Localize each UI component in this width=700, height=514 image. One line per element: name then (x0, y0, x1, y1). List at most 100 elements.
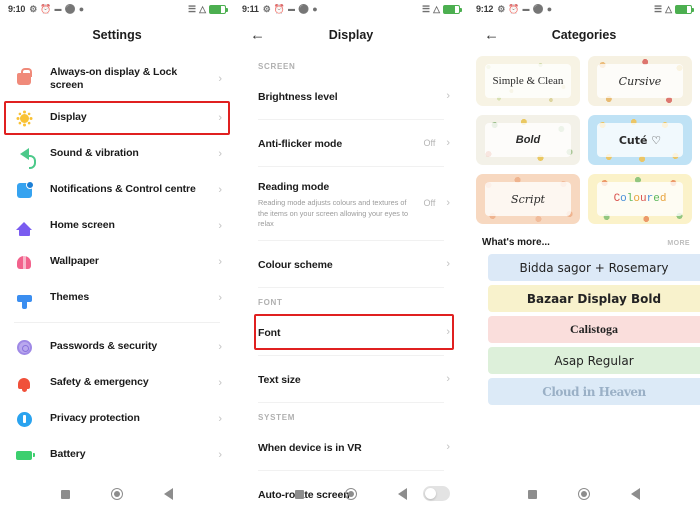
sidebar-item-display[interactable]: Display › (0, 100, 234, 136)
chevron-right-icon: › (218, 256, 222, 268)
category-card-cursive[interactable]: Cursive (588, 56, 692, 106)
display-item-text-size[interactable]: Text size › (234, 360, 468, 398)
section-label-screen: SCREEN (258, 62, 296, 71)
row-separator (258, 286, 444, 288)
recents-square-icon[interactable] (60, 489, 70, 499)
chevron-right-icon: › (218, 184, 222, 196)
whats-more-title: What's more... (482, 237, 550, 248)
navigation-bar (234, 474, 468, 514)
category-card-simple-clean[interactable]: Simple & Clean (476, 56, 580, 106)
font-row-asap-regular[interactable]: Asap Regular (488, 347, 700, 374)
list-divider (14, 322, 220, 323)
back-triangle-icon[interactable] (398, 488, 408, 500)
status-time: 9:11 (242, 4, 259, 14)
status-time: 9:10 (8, 4, 26, 14)
brightness-icon (14, 108, 34, 128)
display-item-font[interactable]: Font › (234, 313, 468, 351)
row-separator (258, 239, 444, 241)
dnd-icon: ▬ (54, 5, 62, 13)
font-preview-list: Bidda sagor + Rosemary Bazaar Display Bo… (468, 254, 700, 405)
more-link[interactable]: MORE (667, 240, 690, 247)
sidebar-item-themes[interactable]: Themes › (0, 280, 234, 316)
item-main: Reading mode Reading mode adjusts colour… (258, 177, 423, 230)
page-title: Categories (551, 28, 617, 42)
font-row-calistoga[interactable]: Calistoga (488, 316, 700, 343)
font-row-bidda-sagor-rosemary[interactable]: Bidda sagor + Rosemary (488, 254, 700, 281)
sidebar-item-wallpaper[interactable]: Wallpaper › (0, 244, 234, 280)
sidebar-item-privacy-protection[interactable]: Privacy protection › (0, 401, 234, 437)
back-triangle-icon[interactable] (630, 488, 640, 500)
back-arrow-icon[interactable]: ← (484, 28, 499, 43)
font-row-bazaar-display-bold[interactable]: Bazaar Display Bold (488, 285, 700, 312)
row-separator (258, 119, 444, 120)
item-main: Anti-flicker mode (258, 134, 423, 152)
fingerprint-icon (14, 337, 34, 357)
category-label: Script (511, 192, 545, 206)
list-item-label: Passwords & security (50, 340, 158, 353)
three-screenshot-strip: 9:10 ⚙ ⏰ ▬ ⚫ ● ☰ △ Settings Always-on di… (0, 0, 700, 514)
chevron-right-icon: › (218, 377, 222, 389)
chevron-right-icon: › (218, 449, 222, 461)
signal-icon: ☰ (422, 3, 431, 14)
chevron-right-icon: › (446, 137, 450, 149)
category-card-coloured[interactable]: Coloured (588, 174, 692, 224)
sidebar-item-passwords-security[interactable]: Passwords & security › (0, 329, 234, 365)
font-sample-label: Cloud in Heaven (542, 384, 646, 399)
item-title: Reading mode (258, 181, 330, 193)
display-item-brightness-level[interactable]: Brightness level › (234, 77, 468, 115)
sidebar-item-safety-emergency[interactable]: Safety & emergency › (0, 365, 234, 401)
chevron-right-icon: › (446, 90, 450, 102)
alarm-icon: ⚙ (262, 3, 271, 14)
battery-icon (675, 4, 694, 14)
clock-icon: ⏰ (508, 3, 520, 14)
settings-list-group-1: Always-on display & Lock screen › Displa… (0, 52, 234, 316)
chevron-right-icon: › (218, 220, 222, 232)
item-title: Anti-flicker mode (258, 138, 343, 150)
display-item-reading-mode[interactable]: Reading mode Reading mode adjusts colour… (234, 171, 468, 236)
home-circle-icon[interactable] (344, 488, 357, 500)
navigation-bar (0, 474, 234, 514)
list-item-label: Themes (50, 291, 90, 304)
gear-icon: ● (312, 4, 318, 14)
display-item-when-device-is-in-vr[interactable]: When device is in VR › (234, 428, 468, 466)
sidebar-item-always-on-display[interactable]: Always-on display & Lock screen › (0, 58, 234, 100)
battery-icon (443, 4, 462, 14)
clock-icon: ⏰ (273, 3, 286, 14)
item-title: Colour scheme (258, 258, 333, 271)
sidebar-item-notifications[interactable]: Notifications & Control centre › (0, 172, 234, 208)
signal-icon: ☰ (188, 3, 197, 14)
category-card-script[interactable]: Script (476, 174, 580, 224)
shield-icon (14, 409, 34, 429)
display-item-anti-flicker-mode[interactable]: Anti-flicker mode Off › (234, 124, 468, 162)
font-row-cloud-in-heaven[interactable]: Cloud in Heaven (488, 378, 700, 405)
speaker-icon (14, 144, 36, 169)
list-item-label: Safety & emergency (50, 376, 149, 389)
back-triangle-icon[interactable] (164, 488, 174, 500)
status-bar: 9:12 ⚙ ⏰ ▬ ⚫ ● ☰ △ (468, 0, 700, 18)
sidebar-item-home-screen[interactable]: Home screen › (0, 208, 234, 244)
home-circle-icon[interactable] (110, 488, 123, 500)
sidebar-item-battery[interactable]: Battery › (0, 437, 234, 473)
item-title: When device is in VR (258, 441, 362, 454)
status-system-icons: ☰ △ (654, 4, 694, 15)
section-label-font: FONT (258, 297, 283, 307)
category-card-bold[interactable]: Bold (476, 115, 580, 165)
status-notification-icons: ⚙ ⏰ ▬ ⚫ ● (29, 4, 84, 15)
chevron-right-icon: › (218, 341, 222, 353)
home-circle-icon[interactable] (577, 488, 590, 500)
recents-square-icon[interactable] (528, 489, 538, 499)
font-sample-label: Bidda sagor + Rosemary (519, 260, 669, 275)
clock-icon: ⏰ (40, 3, 52, 14)
notification-icon (14, 180, 34, 200)
bell-icon (14, 373, 34, 393)
recents-square-icon[interactable] (294, 489, 304, 499)
chevron-right-icon: › (218, 148, 222, 160)
chevron-right-icon: › (218, 413, 222, 425)
sidebar-item-sound-vibration[interactable]: Sound & vibration › (0, 136, 234, 172)
back-arrow-icon[interactable]: ← (250, 28, 265, 43)
display-item-colour-scheme[interactable]: Colour scheme › (234, 245, 468, 283)
shield-icon: ⚫ (532, 3, 544, 14)
category-label: Cuté ♡ (618, 133, 662, 147)
list-item-label: Notifications & Control centre (50, 183, 196, 196)
category-card-cute[interactable]: Cuté ♡ (588, 115, 692, 165)
